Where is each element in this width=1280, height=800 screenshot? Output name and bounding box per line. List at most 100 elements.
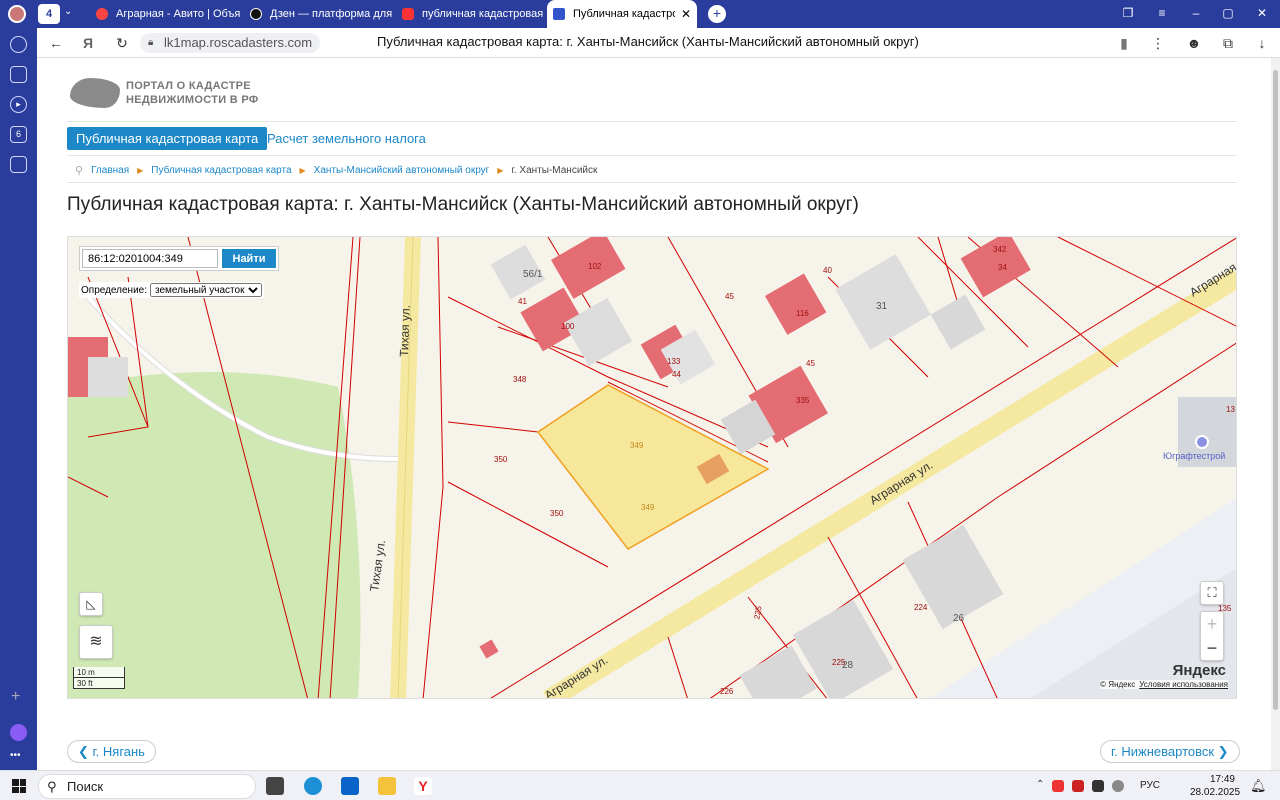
collections-side-icon[interactable] [10, 66, 27, 83]
prev-city-button[interactable]: ❮ г. Нягань [67, 740, 156, 763]
add-icon[interactable]: + [11, 688, 20, 706]
url-field[interactable]: 🔒︎ lk1map.roscadasters.com [140, 33, 321, 53]
edge-icon[interactable] [304, 777, 322, 795]
cadastral-number-input[interactable] [82, 249, 218, 268]
collections-icon[interactable]: ❐ [1118, 6, 1138, 20]
fullscreen-button[interactable]: ⛶ [1200, 581, 1224, 605]
scrollbar[interactable] [1271, 58, 1280, 770]
close-window-icon[interactable]: ✕ [1252, 6, 1272, 20]
scrollbar-thumb[interactable] [1273, 70, 1278, 710]
divider [67, 182, 1237, 183]
next-city-button[interactable]: г. Нижневартовск ❯ [1100, 740, 1240, 763]
yandex-browser-icon[interactable]: Y [414, 777, 432, 795]
keyboard-language[interactable]: РУС [1140, 780, 1160, 791]
copyright-text: © Яндекс [1100, 680, 1136, 689]
six-icon[interactable]: 6 [10, 126, 27, 143]
breadcrumb-home[interactable]: Главная [91, 165, 129, 176]
url-text: lk1map.roscadasters.com [164, 35, 313, 50]
windows-start-icon[interactable] [12, 779, 26, 793]
definition-select[interactable]: земельный участок [150, 283, 263, 297]
location-pin-icon: ⚲ [75, 165, 84, 177]
close-tab-icon[interactable]: ✕ [675, 7, 691, 21]
kebab-menu-icon[interactable]: ⋮ [1147, 33, 1169, 53]
maximize-icon[interactable]: ▢ [1218, 6, 1238, 20]
find-button[interactable]: Найти [222, 249, 276, 268]
tab-count-badge[interactable]: 4 [38, 4, 60, 24]
svg-text:34: 34 [998, 263, 1007, 272]
taskbar-search[interactable]: ⚲ Поиск [38, 774, 256, 799]
web-page: ПОРТАЛ О КАДАСТРЕ НЕДВИЖИМОСТИ В РФ Публ… [37, 58, 1271, 770]
nav-land-tax[interactable]: Расчет земельного налога [267, 127, 426, 150]
terms-link[interactable]: Условия использования [1139, 680, 1228, 689]
definition-row: Определение: земельный участок [79, 282, 265, 298]
clock-date: 28.02.2025 [1190, 787, 1241, 798]
layers-button[interactable]: ≋ [79, 625, 113, 659]
extension-icon[interactable]: ☻ [1183, 33, 1205, 53]
map-canvas[interactable]: 56/1 102 41 100 45 116 40 31 342 34 133 … [68, 237, 1237, 699]
breadcrumb-cadastral-map[interactable]: Публичная кадастровая карта [151, 165, 291, 176]
svg-text:45: 45 [806, 359, 815, 368]
clock-time: 17:49 [1209, 774, 1235, 785]
history-icon[interactable] [10, 36, 27, 53]
tab-label: Публичная кадастровая карта [573, 8, 675, 20]
cadastral-map[interactable]: 56/1 102 41 100 45 116 40 31 342 34 133 … [67, 236, 1237, 699]
tray-chevron-icon[interactable]: ⌃ [1036, 779, 1044, 790]
svg-text:349: 349 [630, 441, 644, 450]
tray-app-icon[interactable] [1112, 780, 1124, 792]
tray-app-icon[interactable] [1052, 780, 1064, 792]
poi-marker-icon[interactable] [1195, 435, 1209, 449]
task-view-icon[interactable] [266, 777, 284, 795]
zoom-out-button[interactable]: − [1201, 636, 1223, 660]
tray-app-icon[interactable] [1072, 780, 1084, 792]
tab-cadastral-map-active[interactable]: Публичная кадастровая карта✕ [547, 0, 697, 28]
tab-search[interactable]: публичная кадастровая к [396, 2, 546, 26]
yandex-logo-icon[interactable]: Я [77, 33, 99, 53]
zoom-in-button[interactable]: + [1201, 612, 1223, 636]
logo-line2: НЕДВИЖИМОСТИ В РФ [126, 94, 259, 106]
svg-text:342: 342 [993, 245, 1007, 254]
tab-label: Дзен — платформа для п [270, 8, 394, 20]
yandex-icon [402, 8, 414, 20]
svg-text:40: 40 [823, 266, 832, 275]
taskbar-search-label: Поиск [67, 779, 104, 794]
new-tab-button[interactable]: + [708, 5, 726, 23]
svg-text:224: 224 [914, 603, 928, 612]
windows-taskbar: ⚲ Поиск Y ⌃ РУС 17:49 28.02.2025 🔔︎ [0, 770, 1280, 800]
svg-text:44: 44 [672, 370, 681, 379]
play-icon[interactable]: ▸ [10, 96, 27, 113]
svg-text:41: 41 [518, 297, 527, 306]
share-icon[interactable]: ⧉ [1217, 33, 1239, 53]
chevron-down-icon[interactable]: ⌄ [64, 6, 72, 17]
alice-icon[interactable] [10, 724, 27, 741]
svg-text:31: 31 [876, 301, 888, 312]
outlook-icon[interactable] [341, 777, 359, 795]
explorer-icon[interactable] [378, 777, 396, 795]
notification-bell-icon[interactable]: 🔔︎ [1250, 778, 1267, 794]
camera-icon[interactable] [10, 156, 27, 173]
more-icon[interactable]: ••• [10, 750, 21, 761]
svg-text:350: 350 [550, 509, 564, 518]
ruler-button[interactable]: ◺ [79, 592, 103, 616]
reload-icon[interactable]: ↻ [111, 33, 133, 53]
layers-icon: ≋ [89, 633, 103, 650]
svg-text:350: 350 [494, 455, 508, 464]
nav-cadastral-map[interactable]: Публичная кадастровая карта [67, 127, 268, 150]
definition-label: Определение: [81, 284, 148, 296]
taskbar-clock[interactable]: 17:49 28.02.2025 [1190, 773, 1241, 799]
tab-dzen[interactable]: Дзен — платформа для п [244, 2, 394, 26]
download-icon[interactable]: ↓ [1251, 33, 1273, 53]
site-logo[interactable]: ПОРТАЛ О КАДАСТРЕ НЕДВИЖИМОСТИ В РФ [70, 78, 259, 108]
search-icon: ⚲ [47, 779, 57, 794]
menu-icon[interactable]: ≡ [1152, 6, 1172, 20]
tray-app-icon[interactable] [1092, 780, 1104, 792]
divider [67, 155, 1237, 156]
minimize-icon[interactable]: – [1186, 6, 1206, 20]
svg-text:116: 116 [796, 309, 809, 318]
address-bar: ← Я ↻ 🔒︎ lk1map.roscadasters.com Публична… [37, 28, 1280, 58]
svg-text:56/1: 56/1 [523, 269, 543, 280]
profile-avatar[interactable] [8, 5, 26, 23]
tab-avito[interactable]: Аграрная - Авито | Объяв [90, 2, 240, 26]
back-arrow-icon[interactable]: ← [45, 33, 67, 53]
breadcrumb-region[interactable]: Ханты-Мансийский автономный округ [314, 165, 490, 176]
bookmark-icon[interactable]: ▮ [1113, 33, 1135, 53]
